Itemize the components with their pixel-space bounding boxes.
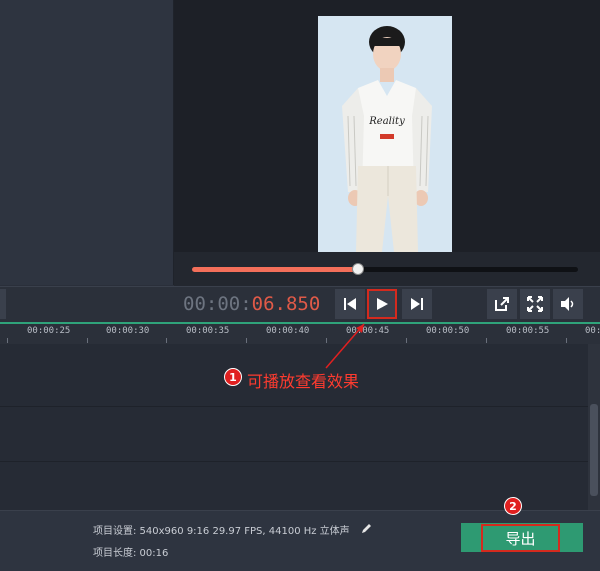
project-settings-text: 项目设置: 540x960 9:16 29.97 FPS, 44100 Hz 立… — [93, 526, 350, 537]
ruler-tick — [246, 338, 247, 343]
ruler-label: 00:01 — [585, 326, 600, 336]
annotation-play-hint: 可播放查看效果 — [247, 372, 360, 391]
ruler-label: 00:00:55 — [506, 326, 550, 336]
skip-forward-button[interactable] — [402, 289, 432, 319]
ruler-label: 00:00:50 — [426, 326, 470, 336]
skip-back-icon — [343, 297, 357, 311]
timecode-display: 00:00:06.850 — [183, 293, 320, 315]
svg-text:Reality: Reality — [368, 116, 405, 127]
video-preview-frame: Reality — [318, 16, 452, 252]
edit-pencil-icon[interactable] — [360, 520, 373, 539]
ruler-tick — [87, 338, 88, 343]
ruler-label: 00:00:35 — [186, 326, 230, 336]
export-button-label: 导出 — [505, 529, 536, 548]
play-icon — [375, 297, 389, 311]
volume-icon — [559, 295, 577, 313]
annotation-marker-2: 2 — [504, 497, 522, 515]
ruler-tick — [7, 338, 8, 343]
progress-handle[interactable] — [351, 263, 364, 275]
panel-resize-handle[interactable] — [0, 289, 6, 319]
media-panel — [0, 0, 174, 285]
annotation-marker-1: 1 — [224, 368, 242, 386]
ruler-tick — [166, 338, 167, 343]
timecode-static: 00:00: — [183, 293, 252, 315]
track-divider — [0, 461, 588, 462]
track-divider — [0, 406, 588, 407]
volume-button[interactable] — [553, 289, 583, 319]
progress-fill — [192, 267, 358, 272]
ruler-label: 00:00:30 — [106, 326, 150, 336]
skip-forward-icon — [410, 297, 424, 311]
ruler-tick — [406, 338, 407, 343]
skip-back-button[interactable] — [335, 289, 365, 319]
scrollbar-thumb[interactable] — [590, 404, 598, 496]
ruler-label: 00:00:40 — [266, 326, 310, 336]
project-duration-text: 项目长度: 00:16 — [93, 548, 169, 559]
external-open-button[interactable] — [487, 289, 517, 319]
ruler-label: 00:00:25 — [27, 326, 71, 336]
ruler-tick — [486, 338, 487, 343]
ruler-tick — [566, 338, 567, 343]
timecode-active: 06.850 — [251, 293, 321, 315]
fullscreen-button[interactable] — [520, 289, 550, 319]
external-open-icon — [493, 295, 511, 313]
fullscreen-icon — [526, 295, 544, 313]
play-button[interactable] — [367, 289, 397, 319]
annotation-arrow — [325, 323, 365, 369]
